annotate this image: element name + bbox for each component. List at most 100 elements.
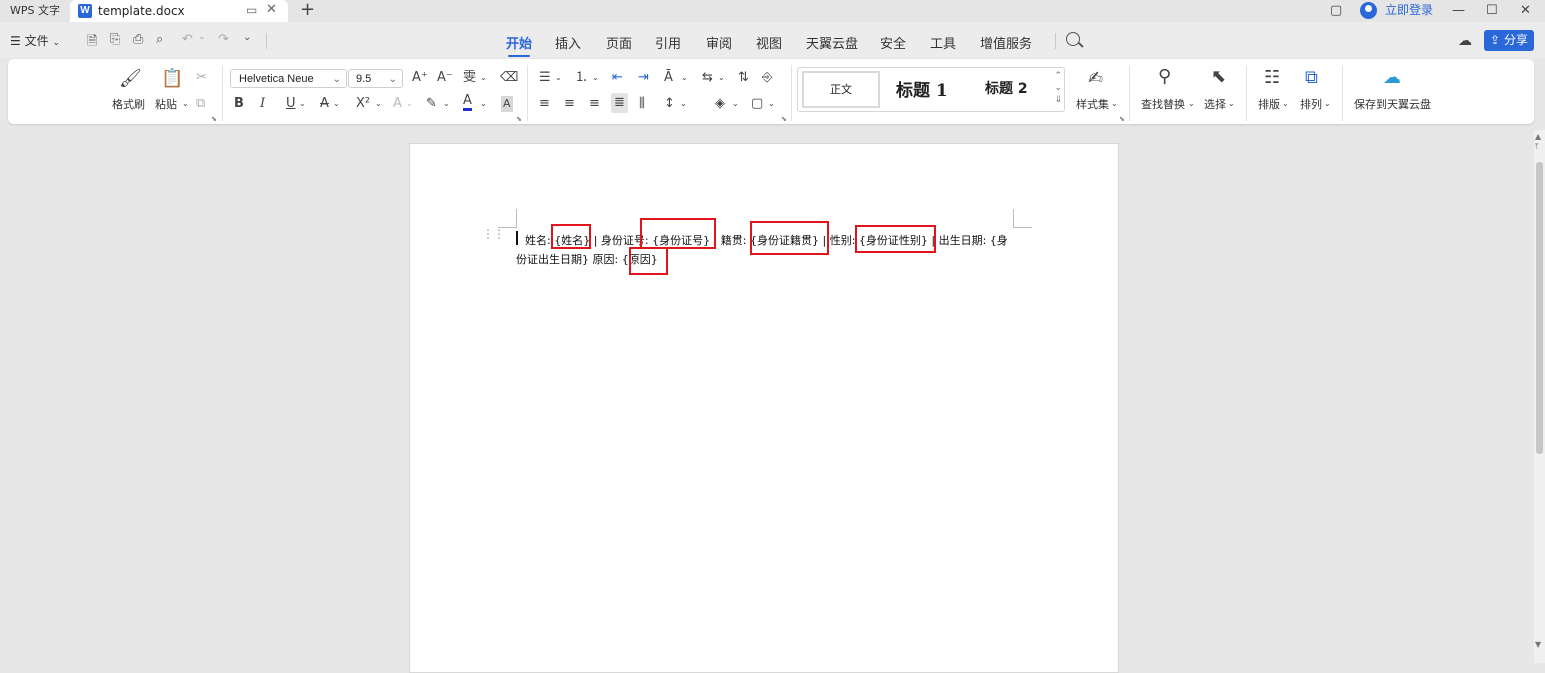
- find-replace-dropdown-icon[interactable]: ⌄: [1188, 96, 1195, 112]
- app-tab[interactable]: WPS 文字: [0, 0, 70, 22]
- new-tab-plus-icon[interactable]: +: [300, 0, 315, 20]
- underline-dropdown-icon[interactable]: ⌄: [299, 96, 306, 112]
- character-shading-icon[interactable]: A: [501, 96, 513, 112]
- format-painter-icon[interactable]: 🖌: [119, 70, 142, 88]
- find-replace-button[interactable]: 查找替换: [1141, 96, 1185, 112]
- arrange-dropdown-icon[interactable]: ⌄: [1324, 96, 1331, 112]
- layout-icon[interactable]: ☷: [1264, 69, 1280, 87]
- font-name-select[interactable]: Helvetica Neue ⌄: [230, 69, 347, 88]
- tab-references[interactable]: 引用: [655, 33, 681, 52]
- copy-icon[interactable]: ⧉: [196, 96, 205, 112]
- justify-icon[interactable]: ≣: [611, 93, 628, 113]
- quick-access-dropdown-icon[interactable]: ⌄: [243, 32, 251, 43]
- line-spacing-dropdown-icon[interactable]: ⌄: [680, 96, 687, 112]
- underline-button[interactable]: U: [286, 96, 296, 112]
- close-window-icon[interactable]: ✕: [1520, 0, 1531, 22]
- document-tab[interactable]: W template.docx ▭ ✕: [70, 0, 288, 22]
- phonetic-guide-icon[interactable]: 雯: [463, 70, 476, 86]
- tab-security[interactable]: 安全: [880, 33, 906, 52]
- increase-indent-icon[interactable]: ⇥: [638, 70, 649, 86]
- share-button[interactable]: ⇪ 分享: [1484, 30, 1534, 51]
- increase-font-icon[interactable]: A⁺: [412, 70, 428, 86]
- borders-dropdown-icon[interactable]: ⌄: [768, 96, 775, 112]
- style-set-button[interactable]: 样式集: [1076, 96, 1109, 112]
- login-link[interactable]: 立即登录: [1385, 0, 1433, 20]
- paragraph-launcher-icon[interactable]: ⬊: [781, 111, 787, 127]
- select-button[interactable]: 选择: [1204, 96, 1226, 112]
- numbered-dropdown-icon[interactable]: ⌄: [592, 70, 599, 86]
- sort-icon[interactable]: ⇅: [738, 70, 749, 86]
- italic-button[interactable]: I: [260, 96, 265, 112]
- scroll-page-up-icon[interactable]: ⤒: [1535, 142, 1539, 152]
- paragraph-drag-handle-icon[interactable]: ⋮⋮: [482, 228, 505, 240]
- save-to-cloud-button[interactable]: 保存到天翼云盘: [1354, 96, 1431, 112]
- find-replace-icon[interactable]: ⚲: [1158, 68, 1171, 86]
- font-color-dropdown-icon[interactable]: ⌄: [480, 96, 487, 112]
- text-direction-dropdown-icon[interactable]: ⌄: [718, 70, 725, 86]
- minimize-icon[interactable]: —: [1452, 0, 1465, 22]
- tab-tools[interactable]: 工具: [930, 33, 956, 52]
- font-size-select[interactable]: 9.5 ⌄: [348, 69, 403, 88]
- font-launcher-icon[interactable]: ⬊: [516, 111, 522, 127]
- align-left-icon[interactable]: ≡: [539, 96, 550, 112]
- cloud-sync-icon[interactable]: ☁: [1458, 33, 1472, 49]
- document-page[interactable]: ⋮⋮ 姓名: {姓名} | 身份证号: {身份证号} | 籍贯: {身份证籍贯}…: [409, 143, 1119, 673]
- bullet-list-icon[interactable]: ☰: [539, 70, 551, 86]
- align-right-icon[interactable]: ≡: [589, 96, 600, 112]
- style-heading-2[interactable]: 标题 2: [985, 78, 1028, 98]
- undo-icon[interactable]: ↶: [182, 32, 193, 47]
- redo-icon[interactable]: ↷: [218, 32, 229, 47]
- clipboard-launcher-icon[interactable]: ⬊: [211, 111, 217, 127]
- window-layout-icon[interactable]: ▢: [1330, 0, 1342, 22]
- close-tab-icon[interactable]: ✕: [266, 2, 277, 17]
- styles-launcher-icon[interactable]: ⬊: [1119, 111, 1125, 127]
- file-menu[interactable]: ☰ 文件 ⌄: [10, 32, 60, 49]
- tab-page[interactable]: 页面: [606, 33, 632, 52]
- tab-review[interactable]: 审阅: [706, 33, 732, 52]
- user-avatar-icon[interactable]: [1360, 2, 1377, 19]
- paste-dropdown-icon[interactable]: ⌄: [182, 96, 189, 112]
- superscript-button[interactable]: X²: [356, 96, 370, 112]
- print-preview-icon[interactable]: ⌕: [156, 32, 163, 47]
- tab-tianyi-cloud[interactable]: 天翼云盘: [806, 33, 858, 52]
- style-heading-1[interactable]: 标题 1: [896, 76, 948, 101]
- decrease-indent-icon[interactable]: ⇤: [612, 70, 623, 86]
- style-set-dropdown-icon[interactable]: ⌄: [1111, 96, 1118, 112]
- select-cursor-icon[interactable]: ⬉: [1211, 68, 1226, 86]
- shading-icon[interactable]: ◈: [715, 96, 725, 112]
- layout-dropdown-icon[interactable]: ⌄: [1282, 96, 1289, 112]
- format-painter-button[interactable]: 格式刷: [112, 96, 145, 112]
- numbered-list-icon[interactable]: ⒈: [575, 70, 588, 86]
- strikethrough-icon[interactable]: A: [320, 96, 329, 112]
- undo-dropdown-icon[interactable]: ⌄: [198, 32, 206, 42]
- monitor-icon[interactable]: ▭: [246, 3, 257, 17]
- shading-dropdown-icon[interactable]: ⌄: [732, 96, 739, 112]
- clear-format-icon[interactable]: ⌫: [500, 70, 518, 86]
- highlight-color-icon[interactable]: ✎: [426, 96, 437, 112]
- text-effect-icon[interactable]: A: [393, 96, 402, 112]
- tab-value-added-services[interactable]: 增值服务: [980, 33, 1032, 52]
- maximize-icon[interactable]: ☐: [1486, 0, 1498, 22]
- font-color-icon[interactable]: A: [463, 94, 472, 111]
- distributed-align-icon[interactable]: ⫼: [639, 96, 645, 112]
- cut-icon[interactable]: ✂: [196, 70, 207, 86]
- phonetic-dropdown-icon[interactable]: ⌄: [480, 70, 487, 86]
- align-center-icon[interactable]: ≡: [564, 96, 575, 112]
- cloud-save-icon[interactable]: ☁: [1383, 69, 1401, 87]
- scroll-up-icon[interactable]: ▲: [1535, 132, 1541, 141]
- vertical-scrollbar[interactable]: ▲ ⤒ ▼: [1534, 130, 1545, 663]
- style-normal[interactable]: 正文: [802, 71, 880, 108]
- highlight-dropdown-icon[interactable]: ⌄: [443, 96, 450, 112]
- show-marks-icon[interactable]: ⎆: [762, 70, 772, 86]
- strikethrough-dropdown-icon[interactable]: ⌄: [333, 96, 340, 112]
- bullet-dropdown-icon[interactable]: ⌄: [555, 70, 562, 86]
- chinese-layout-dropdown-icon[interactable]: ⌄: [681, 70, 688, 86]
- tab-insert[interactable]: 插入: [555, 33, 581, 52]
- tab-home[interactable]: 开始: [506, 33, 532, 57]
- scrollbar-thumb[interactable]: [1536, 162, 1543, 454]
- paste-button[interactable]: 粘贴: [155, 96, 177, 112]
- styles-scroll-icon[interactable]: ⌃ ⌄ ⇓: [1054, 70, 1062, 106]
- scroll-down-icon[interactable]: ▼: [1535, 640, 1541, 649]
- borders-icon[interactable]: ▢: [751, 96, 763, 112]
- save-icon[interactable]: 🗎: [87, 32, 97, 54]
